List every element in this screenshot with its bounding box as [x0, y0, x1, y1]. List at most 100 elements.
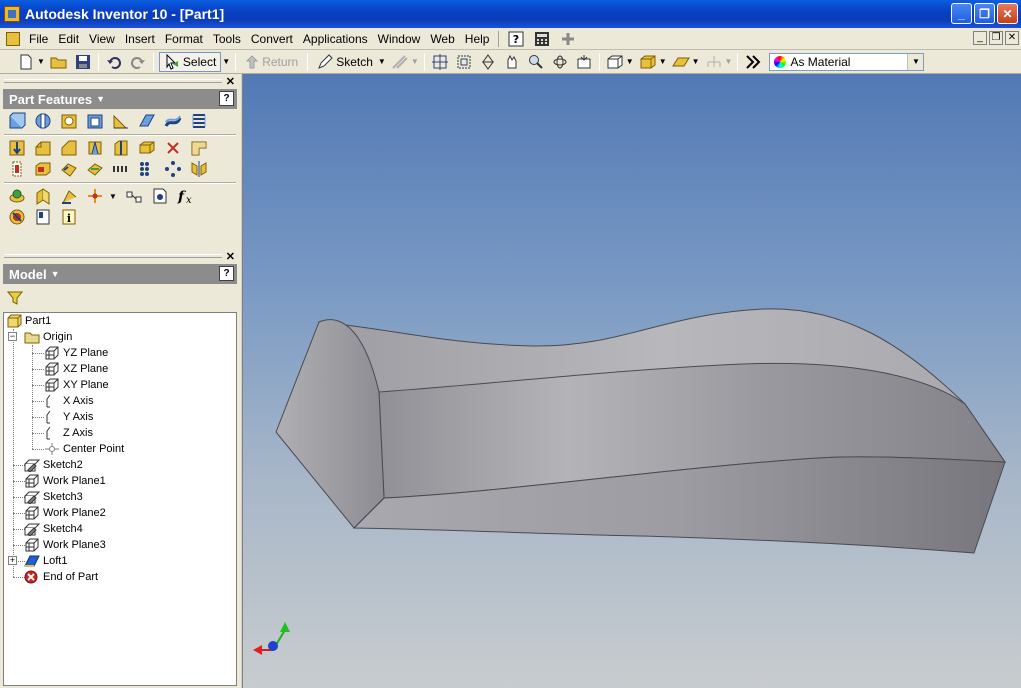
- panel-grip[interactable]: [4, 254, 222, 258]
- hole-icon[interactable]: [58, 111, 79, 131]
- select-button[interactable]: Select: [158, 51, 222, 72]
- tree-item-x-axis[interactable]: X Axis: [44, 393, 94, 409]
- redo-icon[interactable]: [128, 52, 148, 72]
- help-topics-icon[interactable]: ?: [507, 30, 525, 48]
- tree-item-sketch4[interactable]: Sketch4: [24, 521, 83, 537]
- tree-item-yz-plane[interactable]: YZ Plane: [44, 345, 108, 361]
- return-button[interactable]: Return: [241, 52, 302, 72]
- sketch-button[interactable]: Sketch: [313, 52, 377, 72]
- display-dropdown-icon[interactable]: ▼: [626, 57, 634, 66]
- panel-close-icon[interactable]: ✕: [226, 75, 235, 88]
- slice-graphics-icon[interactable]: [704, 52, 724, 72]
- shadow-dropdown-icon[interactable]: ▼: [692, 57, 700, 66]
- part-features-dropdown-icon[interactable]: ▼: [96, 94, 105, 104]
- filter-icon[interactable]: [6, 291, 24, 308]
- rotate-icon[interactable]: [550, 52, 570, 72]
- work-point-icon[interactable]: [84, 186, 105, 206]
- new-icon[interactable]: [16, 52, 36, 72]
- tree-item-sketch2[interactable]: Sketch2: [24, 457, 83, 473]
- camera-dropdown-icon[interactable]: ▼: [659, 57, 667, 66]
- zoom-window-icon[interactable]: [454, 52, 474, 72]
- extrude-icon[interactable]: [6, 111, 27, 131]
- undo-icon[interactable]: [104, 52, 124, 72]
- thicken-icon[interactable]: [136, 138, 157, 158]
- menu-file[interactable]: File: [24, 29, 53, 49]
- loft-feature-icon[interactable]: [136, 111, 157, 131]
- select-dropdown-icon[interactable]: ▼: [222, 57, 230, 66]
- part-features-header[interactable]: Part Features ▼ ?: [3, 89, 237, 109]
- tree-item-work-plane3[interactable]: Work Plane3: [24, 537, 106, 553]
- stop-icon[interactable]: [6, 207, 27, 227]
- menu-format[interactable]: Format: [160, 29, 208, 49]
- delete-face-icon[interactable]: [162, 138, 183, 158]
- display-mode-icon[interactable]: [605, 52, 625, 72]
- work-point-dropdown-icon[interactable]: ▼: [109, 192, 117, 206]
- circular-pattern-icon[interactable]: [162, 159, 183, 179]
- look-at-icon[interactable]: [574, 52, 594, 72]
- style-dropdown-icon[interactable]: ▼: [411, 57, 419, 66]
- menu-help[interactable]: Help: [460, 29, 495, 49]
- lighting-icon[interactable]: [743, 52, 763, 72]
- tree-item-xy-plane[interactable]: XY Plane: [44, 377, 109, 393]
- view-catalog-icon[interactable]: [150, 186, 171, 206]
- face-draft-icon[interactable]: [84, 138, 105, 158]
- doc-close-icon[interactable]: ✕: [1005, 31, 1019, 45]
- model-help-icon[interactable]: ?: [219, 266, 234, 281]
- insert-ifeature-icon[interactable]: [32, 207, 53, 227]
- split-icon[interactable]: [110, 138, 131, 158]
- menu-insert[interactable]: Insert: [120, 29, 160, 49]
- zoom-selected-icon[interactable]: [526, 52, 546, 72]
- doc-restore-icon[interactable]: ❐: [989, 31, 1003, 45]
- panel-grip[interactable]: [4, 79, 222, 83]
- replace-face-icon[interactable]: [188, 138, 209, 158]
- revolve-icon[interactable]: [32, 111, 53, 131]
- model-header[interactable]: Model ▼ ?: [3, 264, 237, 284]
- material-select[interactable]: As Material ▼: [769, 52, 925, 71]
- close-button[interactable]: ✕: [997, 3, 1018, 24]
- mirror-icon[interactable]: [188, 159, 209, 179]
- loft-expand-icon[interactable]: +: [8, 556, 17, 565]
- derived-sketch-icon[interactable]: [124, 186, 145, 206]
- minimize-button[interactable]: _: [951, 3, 972, 24]
- sketch-style-icon[interactable]: [390, 52, 410, 72]
- tree-item-part1[interactable]: Part1: [6, 313, 51, 329]
- menu-window[interactable]: Window: [373, 29, 426, 49]
- menu-edit[interactable]: Edit: [53, 29, 84, 49]
- save-icon[interactable]: [73, 52, 93, 72]
- zoom-all-icon[interactable]: [430, 52, 450, 72]
- rectangular-pattern-icon[interactable]: [110, 159, 131, 179]
- zoom-icon[interactable]: [478, 52, 498, 72]
- doc-minimize-icon[interactable]: _: [973, 31, 987, 45]
- plus-icon[interactable]: [559, 30, 577, 48]
- coil-icon[interactable]: [188, 111, 209, 131]
- chamfer-icon[interactable]: [58, 138, 79, 158]
- menu-view[interactable]: View: [84, 29, 120, 49]
- fillet-icon[interactable]: [32, 138, 53, 158]
- tree-item-origin[interactable]: Origin: [24, 329, 72, 345]
- decal-icon[interactable]: [32, 159, 53, 179]
- parameters-icon[interactable]: fx: [176, 186, 197, 206]
- part-features-help-icon[interactable]: ?: [219, 91, 234, 106]
- tree-item-z-axis[interactable]: Z Axis: [44, 425, 93, 441]
- derived-component-icon[interactable]: [58, 159, 79, 179]
- tree-item-sketch3[interactable]: Sketch3: [24, 489, 83, 505]
- menu-applications[interactable]: Applications: [298, 29, 373, 49]
- tree-item-loft1[interactable]: Loft1: [24, 553, 67, 569]
- pan-icon[interactable]: [502, 52, 522, 72]
- menu-convert[interactable]: Convert: [246, 29, 298, 49]
- info-icon[interactable]: i: [58, 207, 79, 227]
- model-close-icon[interactable]: ✕: [226, 250, 235, 263]
- material-dropdown-icon[interactable]: ▼: [907, 53, 924, 70]
- promote-icon[interactable]: [84, 159, 105, 179]
- slice-dropdown-icon[interactable]: ▼: [725, 57, 733, 66]
- work-feature-icon[interactable]: [6, 186, 27, 206]
- tree-item-y-axis[interactable]: Y Axis: [44, 409, 93, 425]
- rib-icon[interactable]: [110, 111, 131, 131]
- thread-icon[interactable]: [6, 138, 27, 158]
- shell-icon[interactable]: [84, 111, 105, 131]
- menu-tools[interactable]: Tools: [208, 29, 246, 49]
- menu-web[interactable]: Web: [425, 29, 459, 49]
- model-dropdown-icon[interactable]: ▼: [51, 269, 60, 279]
- origin-collapse-icon[interactable]: −: [8, 332, 17, 341]
- new-dropdown-icon[interactable]: ▼: [37, 57, 45, 66]
